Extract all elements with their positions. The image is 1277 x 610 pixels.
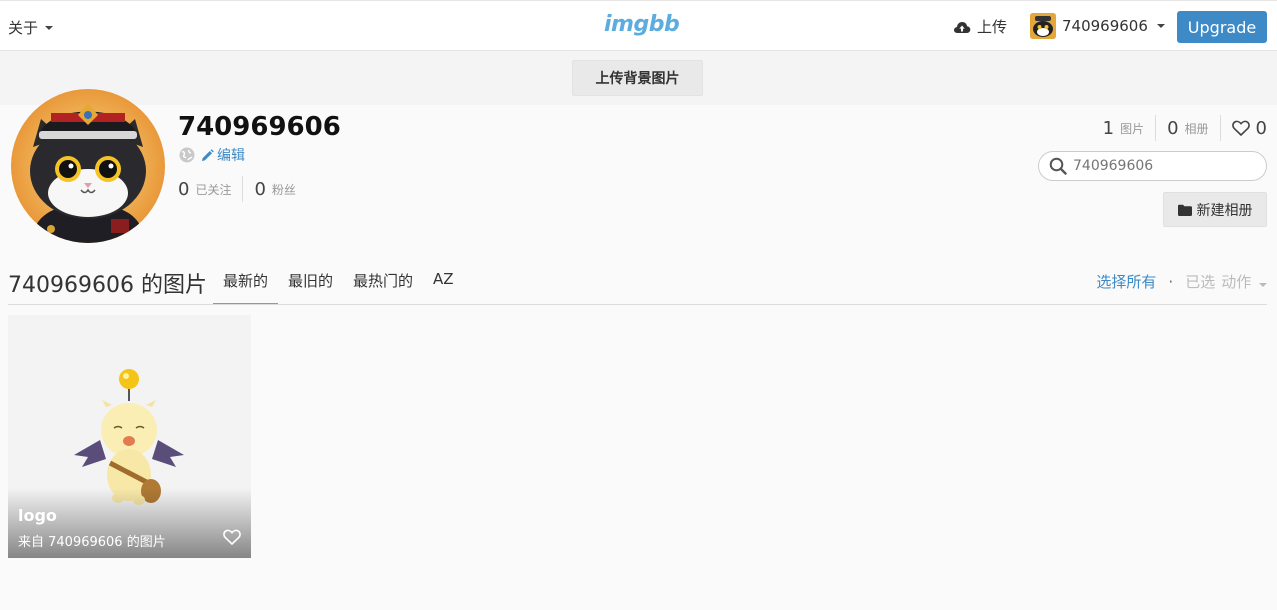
- user-menu[interactable]: 740969606: [1030, 13, 1165, 39]
- tab-popular[interactable]: 最热门的: [343, 262, 423, 305]
- top-navbar: 关于 imgbb 上传 740969606 Upgrade: [0, 0, 1277, 51]
- image-subtitle: 来自 740969606 的图片: [18, 535, 166, 550]
- new-album-label: 新建相册: [1196, 202, 1253, 219]
- upload-background-button[interactable]: 上传背景图片: [572, 60, 703, 96]
- avatar: [1030, 13, 1056, 39]
- chevron-down-icon: [45, 25, 54, 30]
- actions-label: 动作: [1221, 273, 1252, 291]
- user-stats: 1 图片 0 相册 0: [1103, 115, 1267, 141]
- upload-label: 上传: [977, 18, 1008, 36]
- tab-oldest[interactable]: 最旧的: [278, 262, 343, 305]
- about-menu[interactable]: 关于: [8, 17, 54, 38]
- tab-newest[interactable]: 最新的: [213, 262, 279, 305]
- albums-count[interactable]: 0: [1167, 118, 1178, 139]
- user-menu-label: 740969606: [1062, 17, 1148, 35]
- profile-username: 740969606: [178, 112, 341, 142]
- following-count[interactable]: 0: [178, 179, 189, 200]
- likes-count[interactable]: 0: [1256, 118, 1267, 139]
- folder-icon: [1177, 204, 1192, 216]
- chevron-down-icon: [1156, 24, 1165, 28]
- images-count[interactable]: 1: [1103, 118, 1114, 139]
- profile-cover: 上传背景图片: [0, 51, 1277, 105]
- upload-button[interactable]: 上传: [953, 16, 1007, 37]
- following-label[interactable]: 已关注: [195, 181, 231, 198]
- select-all-link[interactable]: 选择所有: [1096, 271, 1156, 292]
- cloud-upload-icon: [953, 21, 971, 33]
- images-label[interactable]: 图片: [1120, 120, 1144, 137]
- followers-label[interactable]: 粉丝: [272, 181, 296, 198]
- followers-count[interactable]: 0: [254, 179, 265, 200]
- divider: [242, 176, 244, 202]
- albums-label[interactable]: 相册: [1185, 120, 1209, 137]
- profile-meta: 编辑: [179, 145, 245, 165]
- user-search[interactable]: [1038, 151, 1267, 181]
- edit-label: 编辑: [217, 148, 245, 164]
- sort-tabs: 最新的 最旧的 最热门的 AZ: [213, 262, 464, 305]
- profile-avatar: [11, 89, 165, 243]
- image-card[interactable]: logo 来自 740969606 的图片: [8, 315, 251, 558]
- pencil-icon: [202, 148, 214, 161]
- actions-menu[interactable]: 动作: [1221, 271, 1267, 292]
- list-actions: 选择所有 · 已选 动作: [1096, 271, 1267, 292]
- edit-profile-link[interactable]: 编辑: [201, 145, 245, 165]
- divider: [1155, 115, 1157, 141]
- tab-az[interactable]: AZ: [423, 262, 464, 305]
- search-icon[interactable]: [1049, 157, 1067, 175]
- chevron-down-icon: [1259, 283, 1267, 287]
- heart-icon[interactable]: [223, 529, 241, 545]
- separator-dot: ·: [1168, 272, 1174, 291]
- search-input[interactable]: [1073, 158, 1253, 174]
- new-album-button[interactable]: 新建相册: [1163, 192, 1267, 227]
- site-logo[interactable]: imgbb: [604, 12, 680, 37]
- about-label: 关于: [8, 19, 39, 37]
- image-title[interactable]: logo: [18, 506, 57, 525]
- follow-stats: 0 已关注 0 粉丝: [178, 176, 296, 202]
- divider: [8, 304, 1267, 305]
- globe-icon: [179, 147, 195, 163]
- heart-icon[interactable]: [1231, 120, 1250, 136]
- section-title: 740969606 的图片: [8, 273, 207, 298]
- divider: [1219, 115, 1221, 141]
- selected-label: 已选: [1185, 273, 1216, 291]
- upgrade-button[interactable]: Upgrade: [1177, 11, 1267, 43]
